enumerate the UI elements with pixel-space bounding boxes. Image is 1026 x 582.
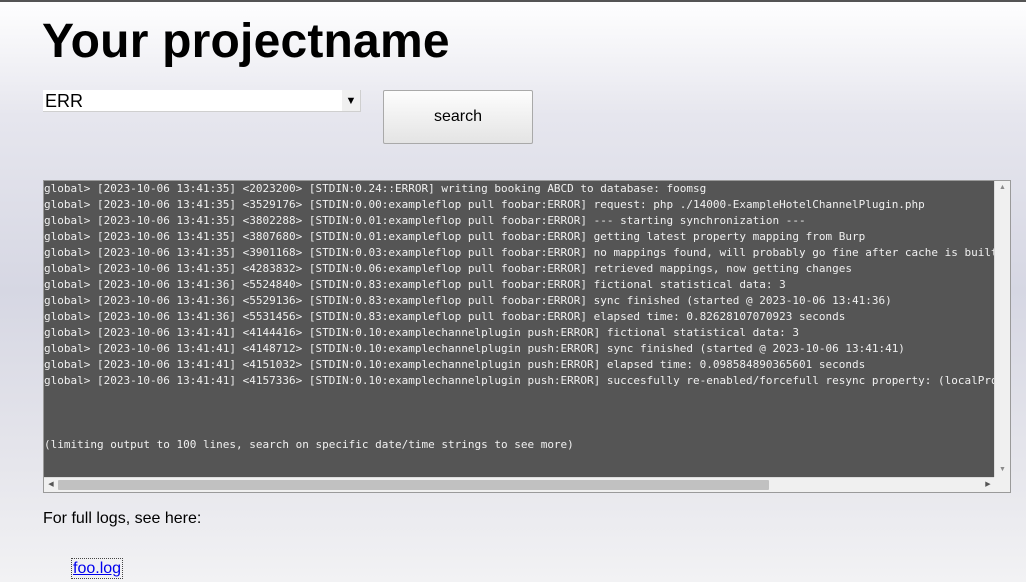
log-output-text: global> [2023-10-06 13:41:35] <2023200> … [44, 181, 995, 453]
log-level-select[interactable]: ERR ▼ [43, 90, 361, 112]
dropdown-arrow-icon[interactable]: ▼ [342, 90, 360, 111]
log-output-panel[interactable]: global> [2023-10-06 13:41:35] <2023200> … [43, 180, 1011, 493]
page-title: Your projectname [42, 15, 450, 68]
log-line: global> [2023-10-06 13:41:41] <4151032> … [44, 358, 866, 371]
log-output-content: global> [2023-10-06 13:41:35] <2023200> … [44, 181, 995, 477]
top-border [0, 0, 1026, 2]
scroll-down-arrow-icon[interactable]: ▼ [995, 463, 1010, 477]
log-line: global> [2023-10-06 13:41:35] <2023200> … [44, 182, 707, 195]
horizontal-scrollbar[interactable]: ◀ ▶ [44, 477, 995, 492]
log-line: global> [2023-10-06 13:41:35] <3807680> … [44, 230, 866, 243]
full-logs-text: For full logs, see here: [43, 510, 202, 527]
scroll-right-arrow-icon[interactable]: ▶ [981, 478, 995, 492]
log-line: global> [2023-10-06 13:41:35] <4283832> … [44, 262, 852, 275]
log-line: global> [2023-10-06 13:41:36] <5531456> … [44, 310, 846, 323]
log-line: global> [2023-10-06 13:41:35] <3901168> … [44, 246, 995, 259]
log-line: global> [2023-10-06 13:41:35] <3529176> … [44, 198, 925, 211]
horizontal-scrollbar-thumb[interactable] [58, 480, 769, 490]
log-level-select-value: ERR [45, 91, 84, 111]
log-line: global> [2023-10-06 13:41:41] <4144416> … [44, 326, 799, 339]
scroll-left-arrow-icon[interactable]: ◀ [44, 478, 58, 492]
log-line: global> [2023-10-06 13:41:35] <3802288> … [44, 214, 806, 227]
log-line: global> [2023-10-06 13:41:41] <4148712> … [44, 342, 905, 355]
vertical-scrollbar[interactable]: ▲ ▼ [994, 181, 1010, 477]
log-file-link[interactable]: foo.log [71, 558, 124, 579]
search-button[interactable]: search [383, 90, 533, 144]
scrollbar-corner [994, 477, 1010, 492]
log-line: (limiting output to 100 lines, search on… [44, 438, 574, 451]
log-line: global> [2023-10-06 13:41:41] <4157336> … [44, 374, 995, 387]
log-line: global> [2023-10-06 13:41:36] <5524840> … [44, 278, 786, 291]
log-line: global> [2023-10-06 13:41:36] <5529136> … [44, 294, 892, 307]
scroll-up-arrow-icon[interactable]: ▲ [995, 181, 1010, 195]
